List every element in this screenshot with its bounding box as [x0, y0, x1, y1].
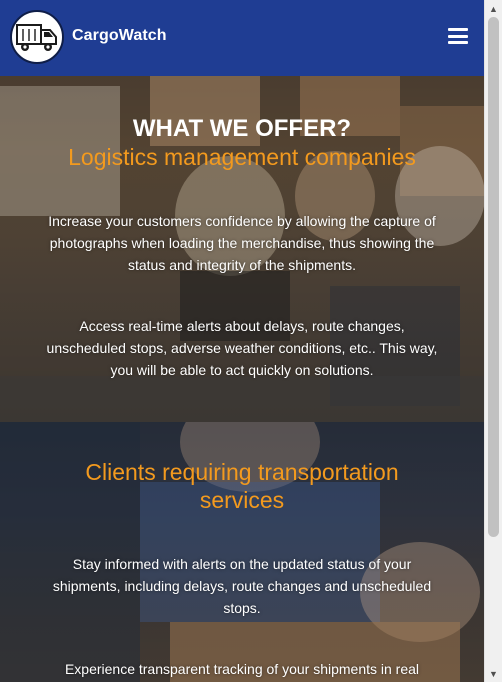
- vertical-scrollbar[interactable]: ▲ ▼: [484, 0, 502, 682]
- page-viewport: CargoWatch WHAT WE OFFER? Logistics mana…: [0, 0, 484, 682]
- clients-paragraph-alerts: Stay informed with alerts on the updated…: [52, 556, 432, 616]
- scroll-up-arrow-icon[interactable]: ▲: [485, 0, 502, 17]
- logistics-paragraph-alerts: Access real-time alerts about delays, ro…: [46, 318, 438, 378]
- scroll-down-arrow-icon[interactable]: ▼: [485, 665, 502, 682]
- brand-logo[interactable]: [10, 10, 64, 64]
- logistics-paragraph-photos: Increase your customers confidence by al…: [48, 213, 436, 273]
- brand-name[interactable]: CargoWatch: [72, 27, 167, 45]
- section-title: WHAT WE OFFER?: [132, 115, 352, 142]
- truck-icon: [16, 24, 57, 51]
- scrollbar-thumb[interactable]: [488, 17, 499, 537]
- clients-paragraph-tracking: Experience transparent tracking of your …: [64, 661, 420, 677]
- logistics-subtitle: Logistics management companies: [68, 144, 416, 170]
- clients-subtitle: Clients requiring transportation service…: [85, 459, 399, 513]
- hamburger-menu-icon[interactable]: [448, 28, 468, 44]
- logistics-section: WHAT WE OFFER? Logistics management comp…: [0, 76, 484, 422]
- clients-section: Clients requiring transportation service…: [0, 422, 484, 682]
- top-navbar: CargoWatch: [0, 0, 484, 76]
